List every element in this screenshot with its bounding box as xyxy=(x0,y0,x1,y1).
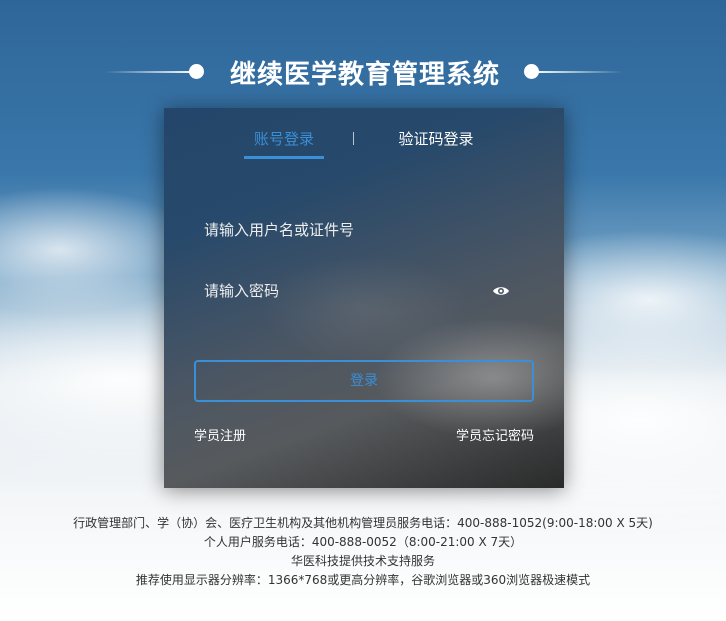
header: 继续医学教育管理系统 xyxy=(0,50,726,96)
tab-code-login[interactable]: 验证码登录 xyxy=(386,128,486,149)
password-input[interactable] xyxy=(194,271,534,311)
password-field xyxy=(194,271,534,311)
footer-user-phone: 个人用户服务电话：400-888-0052（8:00-21:00 X 7天） xyxy=(203,535,523,549)
footer: 行政管理部门、学（协）会、医疗卫生机构及其他机构管理员服务电话：400-888-… xyxy=(0,514,726,590)
active-tab-indicator xyxy=(244,156,324,159)
forgot-password-link[interactable]: 学员忘记密码 xyxy=(456,425,534,444)
username-input[interactable] xyxy=(194,210,534,250)
tab-separator xyxy=(353,132,354,145)
title-line-left xyxy=(105,71,190,73)
register-link[interactable]: 学员注册 xyxy=(194,425,246,444)
login-panel: 账号登录 验证码登录 登录 学员注册 学员忘记密码 xyxy=(164,108,564,488)
title-dot-left xyxy=(189,64,204,79)
username-field xyxy=(194,210,534,250)
footer-recommendation: 推荐使用显示器分辨率：1366*768或更高分辨率，谷歌浏览器或360浏览器极速… xyxy=(135,573,591,587)
login-button[interactable]: 登录 xyxy=(194,360,534,402)
tab-account-login[interactable]: 账号登录 xyxy=(244,128,324,149)
footer-admin-phone: 行政管理部门、学（协）会、医疗卫生机构及其他机构管理员服务电话：400-888-… xyxy=(73,516,653,530)
title-dot-right xyxy=(524,64,539,79)
footer-support: 华医科技提供技术支持服务 xyxy=(290,554,435,568)
app-title: 继续医学教育管理系统 xyxy=(229,60,500,90)
title-line-right xyxy=(538,71,623,73)
eye-icon[interactable] xyxy=(492,284,510,298)
